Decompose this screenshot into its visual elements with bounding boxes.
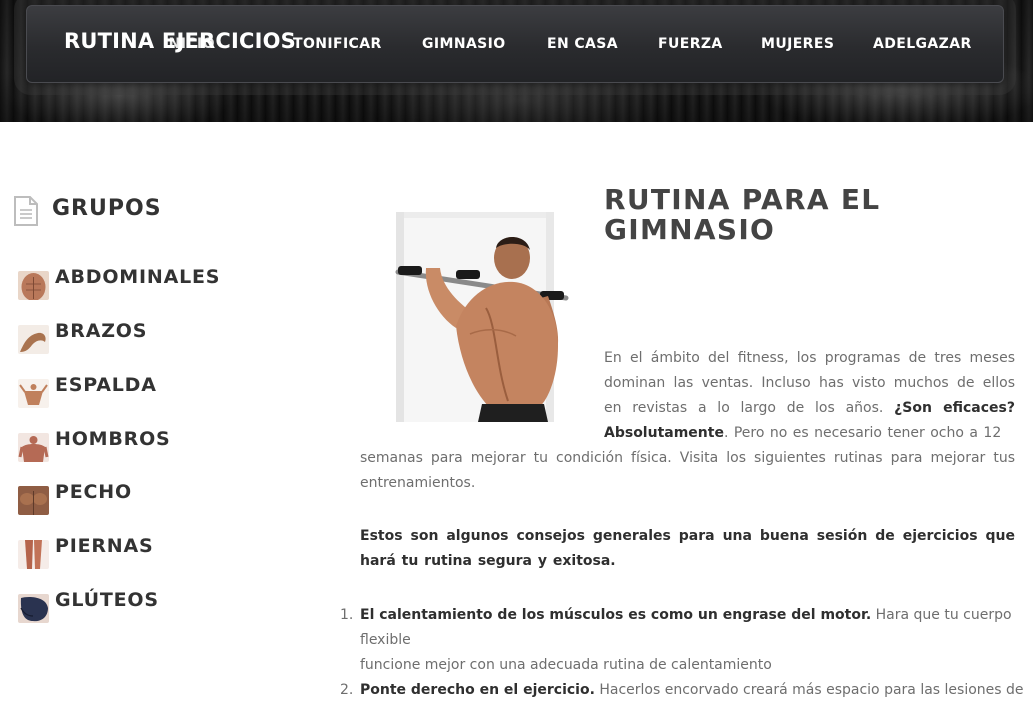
shoulders-thumbnail-icon	[18, 433, 49, 462]
back-thumbnail-icon	[18, 379, 49, 408]
page-title: RUTINA PARA EL GIMNASIO	[604, 185, 984, 245]
arm-thumbnail-icon	[18, 325, 49, 354]
tips-list: 1. El calentamiento de los músculos es c…	[340, 603, 1025, 703]
intro-paragraph: En el ámbito del fitness, los programas …	[604, 346, 1015, 446]
list-item: 2. Ponte derecho en el ejercicio. Hacerl…	[340, 678, 1025, 703]
sidebar-item-label: BRAZOS	[55, 320, 148, 342]
pull-up-bar-photo	[378, 196, 584, 428]
glutes-thumbnail-icon	[18, 594, 49, 623]
nav-adelgazar[interactable]: ADELGAZAR	[873, 36, 972, 52]
list-item-bold: El calentamiento de los músculos es como…	[360, 607, 872, 623]
nav-en-casa[interactable]: EN CASA	[547, 36, 618, 52]
sidebar-item-label: GLÚTEOS	[55, 589, 159, 611]
nav-tonificar[interactable]: TONIFICAR	[293, 36, 382, 52]
list-item-text: Hacerlos encorvado creará más espacio pa…	[594, 682, 1024, 698]
main-navbar: INICIO TONIFICAR GIMNASIO EN CASA FUERZA…	[26, 5, 1004, 83]
sidebar-item-label: ESPALDA	[55, 374, 157, 396]
nav-mujeres[interactable]: MUJERES	[761, 36, 834, 52]
abs-thumbnail-icon	[18, 271, 49, 300]
site-logo[interactable]: RUTINA EJERCICIOS	[64, 29, 296, 53]
sidebar-item-label: ABDOMINALES	[55, 266, 221, 288]
nav-fuerza[interactable]: FUERZA	[658, 36, 723, 52]
page-title-line1: RUTINA PARA EL	[604, 183, 881, 216]
legs-thumbnail-icon	[18, 540, 49, 569]
intro-text-cont: . Pero no es necesario tener ocho a 12	[723, 425, 1002, 441]
sidebar-title: GRUPOS	[52, 196, 162, 221]
sidebar-item-label: HOMBROS	[55, 428, 171, 450]
tips-intro: Estos son algunos consejos generales par…	[360, 528, 1015, 569]
list-item: 1. El calentamiento de los músculos es c…	[340, 603, 1025, 678]
intro-paragraph-continued: semanas para mejorar tu condición física…	[360, 450, 1015, 491]
sidebar-item-label: PIERNAS	[55, 535, 154, 557]
page-title-line2: GIMNASIO	[604, 213, 776, 246]
list-item-bold: Ponte derecho en el ejercicio.	[360, 682, 595, 698]
list-item-number: 2.	[340, 682, 354, 698]
nav-gimnasio[interactable]: GIMNASIO	[422, 36, 506, 52]
sidebar-item-label: PECHO	[55, 481, 132, 503]
chest-thumbnail-icon	[18, 486, 49, 515]
list-item-text-cont: funcione mejor con una adecuada rutina d…	[360, 657, 772, 673]
list-item-number: 1.	[340, 607, 354, 623]
document-icon	[14, 196, 38, 226]
